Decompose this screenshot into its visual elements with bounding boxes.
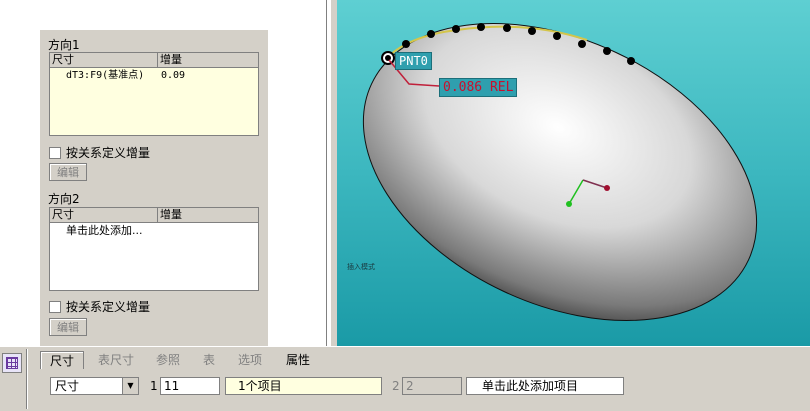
- table-body: 单击此处添加...: [50, 223, 258, 290]
- column-header-increment: 增量: [160, 208, 182, 221]
- edit-button-1[interactable]: 编辑: [49, 163, 87, 181]
- direction1-table[interactable]: 尺寸 增量 dT3:F9(基准点) 0.09: [49, 52, 259, 136]
- direction2-number: 2: [392, 379, 400, 393]
- pattern-point: [528, 27, 536, 35]
- add-item-row[interactable]: 单击此处添加...: [50, 223, 258, 238]
- direction2-count-input[interactable]: 2: [402, 377, 462, 395]
- tab-references[interactable]: 参照: [150, 351, 186, 369]
- pattern-point: [578, 40, 586, 48]
- divider: [326, 0, 327, 346]
- pattern-type-select[interactable]: 尺寸 ▼: [50, 377, 139, 395]
- pattern-point: [603, 47, 611, 55]
- select-value: 尺寸: [55, 379, 80, 393]
- edit-button-2[interactable]: 编辑: [49, 318, 87, 336]
- tab-properties[interactable]: 属性: [280, 351, 316, 369]
- column-header-dimension: 尺寸: [50, 208, 158, 222]
- define-by-relation-checkbox-1[interactable]: 按关系定义增量: [49, 144, 150, 161]
- checkbox-box[interactable]: [49, 146, 61, 159]
- chevron-down-icon[interactable]: ▼: [122, 378, 138, 394]
- direction1-count-input[interactable]: 11: [160, 377, 220, 395]
- table-body: dT3:F9(基准点) 0.09: [50, 68, 258, 135]
- pattern-point: [452, 25, 460, 33]
- direction2-items-collector[interactable]: 单击此处添加项目: [466, 377, 624, 395]
- column-header-dimension: 尺寸: [50, 53, 158, 67]
- pattern-point: [627, 57, 635, 65]
- tab-table-dimensions[interactable]: 表尺寸: [92, 351, 140, 369]
- checkbox-label: 按关系定义增量: [66, 300, 151, 314]
- pattern-point: [477, 23, 485, 31]
- tab-options[interactable]: 选项: [232, 351, 268, 369]
- mode-indicator: 插入模式: [347, 263, 375, 271]
- tab-table[interactable]: 表: [196, 351, 222, 369]
- dimension-value-label[interactable]: 0.086 REL: [439, 78, 518, 97]
- table-header: 尺寸 增量: [50, 208, 258, 223]
- checkbox-label: 按关系定义增量: [66, 146, 151, 160]
- dashboard-grid-icon[interactable]: [2, 353, 22, 373]
- pattern-point: [553, 32, 561, 40]
- model-viewport[interactable]: PNT0 0.086 REL 插入模式: [337, 0, 810, 346]
- increment-cell[interactable]: 0.09: [158, 68, 258, 83]
- dimensions-panel: 方向1 尺寸 增量 dT3:F9(基准点) 0.09 按关系定义增量 编辑 方向…: [40, 30, 268, 346]
- table-header: 尺寸 增量: [50, 53, 258, 68]
- tab-dimensions[interactable]: 尺寸: [40, 351, 84, 369]
- pattern-point: [402, 40, 410, 48]
- dimension-cell[interactable]: dT3:F9(基准点): [50, 68, 158, 83]
- splitter[interactable]: [330, 0, 336, 346]
- pnt0-label[interactable]: PNT0: [395, 52, 432, 70]
- column-header-increment: 增量: [160, 53, 182, 66]
- direction1-label: 方向1: [48, 38, 80, 52]
- separator: [26, 349, 28, 409]
- direction2-table[interactable]: 尺寸 增量 单击此处添加...: [49, 207, 259, 291]
- table-row[interactable]: dT3:F9(基准点) 0.09: [50, 68, 258, 83]
- direction2-label: 方向2: [48, 192, 80, 206]
- pattern-point: [503, 24, 511, 32]
- pattern-dashboard: 尺寸 表尺寸 参照 表 选项 属性 尺寸 ▼ 1 11 1个项目 2 2 单击此…: [0, 346, 810, 411]
- pattern-point: [427, 30, 435, 38]
- define-by-relation-checkbox-2[interactable]: 按关系定义增量: [49, 298, 150, 315]
- grid-icon: [6, 357, 18, 369]
- checkbox-box[interactable]: [49, 300, 61, 313]
- direction1-number: 1: [150, 379, 158, 393]
- direction1-items-collector[interactable]: 1个项目: [225, 377, 382, 395]
